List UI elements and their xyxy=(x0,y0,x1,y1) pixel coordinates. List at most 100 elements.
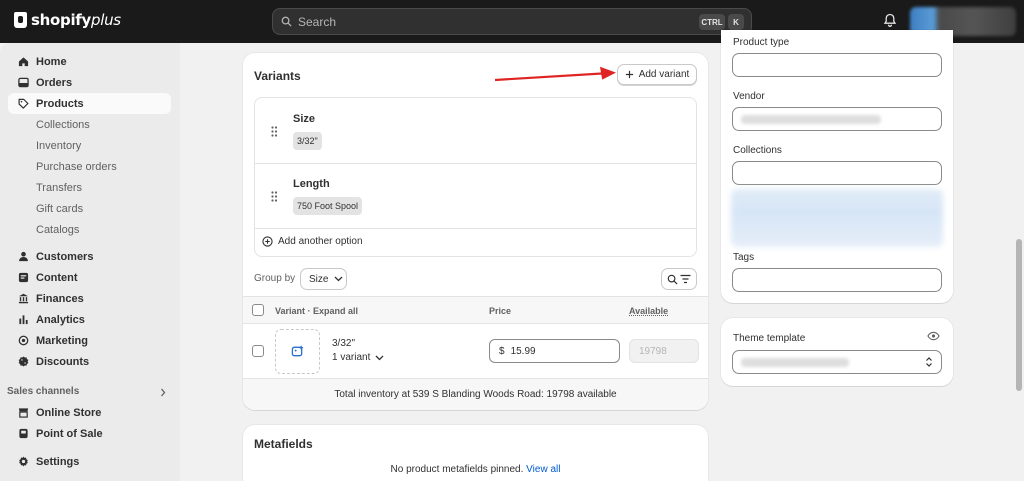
add-variant-button[interactable]: Add variant xyxy=(617,64,697,85)
sidebar-item-online-store[interactable]: Online Store xyxy=(8,402,171,423)
vendor-label: Vendor xyxy=(733,91,765,102)
tags-input[interactable] xyxy=(732,268,942,292)
option-value-chip: 750 Foot Spool xyxy=(293,197,363,215)
vendor-input[interactable] xyxy=(732,107,942,131)
search-icon xyxy=(667,274,678,285)
gear-icon xyxy=(17,456,29,468)
total-inventory-text: Total inventory at 539 S Blanding Woods … xyxy=(334,389,617,400)
sidebar-item-content[interactable]: Content xyxy=(8,267,171,288)
available-input: 19798 xyxy=(629,339,699,363)
filter-lines-icon xyxy=(680,274,691,284)
product-type-input[interactable] xyxy=(732,53,942,77)
sidebar-item-products[interactable]: Products xyxy=(8,93,171,114)
discount-icon xyxy=(17,356,29,368)
metafields-empty-text: No product metafields pinned. xyxy=(390,464,524,475)
divider xyxy=(255,228,696,229)
currency-symbol: $ xyxy=(499,345,505,357)
tag-icon xyxy=(17,98,29,110)
variant-options-box xyxy=(254,97,697,257)
sidebar-item-analytics[interactable]: Analytics xyxy=(8,309,171,330)
divider xyxy=(255,163,696,164)
price-input[interactable]: $ 15.99 xyxy=(489,339,620,363)
option-name-length[interactable]: Length xyxy=(293,178,330,190)
chart-icon xyxy=(17,314,29,326)
sidebar-item-settings[interactable]: Settings xyxy=(8,451,171,472)
sidebar-item-label: Marketing xyxy=(36,334,88,347)
sidebar-item-point-of-sale[interactable]: Point of Sale xyxy=(8,423,171,444)
sidebar-item-orders[interactable]: Orders xyxy=(8,72,171,93)
collections-label: Collections xyxy=(733,145,782,156)
product-type-label: Product type xyxy=(733,37,790,48)
sidebar-item-label: Customers xyxy=(36,250,94,263)
search-filter-button[interactable] xyxy=(661,268,697,290)
variants-title: Variants xyxy=(254,69,301,83)
sidebar-subitem-inventory[interactable]: Inventory xyxy=(36,140,81,152)
option-value-chip: 3/32" xyxy=(293,132,322,150)
shortcut-ctrl-key: CTRL xyxy=(699,14,725,30)
brand-suffix: plus xyxy=(91,11,121,29)
group-by-label: Group by xyxy=(254,273,296,284)
variant-count-toggle[interactable]: 1 variant xyxy=(332,352,384,363)
bank-icon xyxy=(17,293,29,305)
add-another-option-button[interactable]: Add another option xyxy=(262,236,363,247)
sidebar-item-label: Finances xyxy=(36,292,84,305)
shortcut-k-key: K xyxy=(728,14,744,30)
chevron-down-icon xyxy=(375,355,384,360)
sidebar-item-customers[interactable]: Customers xyxy=(8,246,171,267)
sidebar-item-home[interactable]: Home xyxy=(8,51,171,72)
sidebar-item-finances[interactable]: Finances xyxy=(8,288,171,309)
add-variant-label: Add variant xyxy=(638,69,690,80)
search-placeholder: Search xyxy=(298,14,337,29)
orders-icon xyxy=(17,77,29,89)
brand-name: shopify xyxy=(31,11,91,29)
search-bar[interactable]: Search CTRL K xyxy=(272,8,752,35)
drag-handle-icon[interactable] xyxy=(271,126,278,137)
scrollbar-thumb[interactable] xyxy=(1016,239,1022,391)
variant-image-upload[interactable] xyxy=(275,329,320,374)
theme-template-select[interactable] xyxy=(732,350,942,374)
sidebar-subitem-collections[interactable]: Collections xyxy=(36,119,90,131)
column-header-available: Available xyxy=(629,306,669,316)
sidebar-item-discounts[interactable]: Discounts xyxy=(8,351,171,372)
sidebar-item-label: Content xyxy=(36,271,78,284)
row-checkbox[interactable] xyxy=(252,345,264,357)
page-scrollbar[interactable] xyxy=(1014,43,1024,481)
group-by-select[interactable]: Size xyxy=(300,268,347,290)
view-all-link[interactable]: View all xyxy=(526,464,560,475)
target-icon xyxy=(17,335,29,347)
sidebar-item-label: Point of Sale xyxy=(36,427,103,440)
chevron-down-icon xyxy=(334,276,343,282)
available-value: 19798 xyxy=(639,345,667,357)
sales-channels-heading: Sales channels xyxy=(7,386,80,397)
variant-count: 1 variant xyxy=(332,352,371,363)
column-header-variant[interactable]: Variant · Expand all xyxy=(275,306,358,316)
theme-template-label: Theme template xyxy=(733,333,806,344)
sidebar-item-marketing[interactable]: Marketing xyxy=(8,330,171,351)
redacted-vendor-value xyxy=(741,115,881,124)
total-inventory-footer: Total inventory at 539 S Blanding Woods … xyxy=(243,378,708,410)
sidebar-subitem-purchase-orders[interactable]: Purchase orders xyxy=(36,161,117,173)
sidebar-subitem-catalogs[interactable]: Catalogs xyxy=(36,224,79,236)
sidebar-item-label: Products xyxy=(36,97,84,110)
chevron-right-icon[interactable] xyxy=(159,388,167,397)
sidebar-item-label: Home xyxy=(36,55,67,68)
drag-handle-icon[interactable] xyxy=(271,191,278,202)
redacted-theme-value xyxy=(741,358,849,367)
price-value: 15.99 xyxy=(510,345,536,357)
sidebar-item-label: Orders xyxy=(36,76,73,89)
select-arrows-icon xyxy=(926,357,932,367)
option-name-size[interactable]: Size xyxy=(293,113,315,125)
notification-bell-icon[interactable] xyxy=(883,13,897,28)
sidebar-item-label: Analytics xyxy=(36,313,85,326)
eye-icon[interactable] xyxy=(927,331,940,341)
sidebar-subitem-transfers[interactable]: Transfers xyxy=(36,182,82,194)
variant-name: 3/32" xyxy=(332,338,356,349)
store-icon xyxy=(17,407,29,419)
collections-input[interactable] xyxy=(732,161,942,185)
column-header-price: Price xyxy=(489,306,512,316)
sidebar-subitem-gift-cards[interactable]: Gift cards xyxy=(36,203,83,215)
shopify-plus-logo[interactable]: shopifyplus xyxy=(14,11,121,29)
metafields-empty-state: No product metafields pinned. View all xyxy=(243,464,708,475)
redacted-collections-list xyxy=(731,189,943,247)
select-all-checkbox[interactable] xyxy=(252,304,264,316)
